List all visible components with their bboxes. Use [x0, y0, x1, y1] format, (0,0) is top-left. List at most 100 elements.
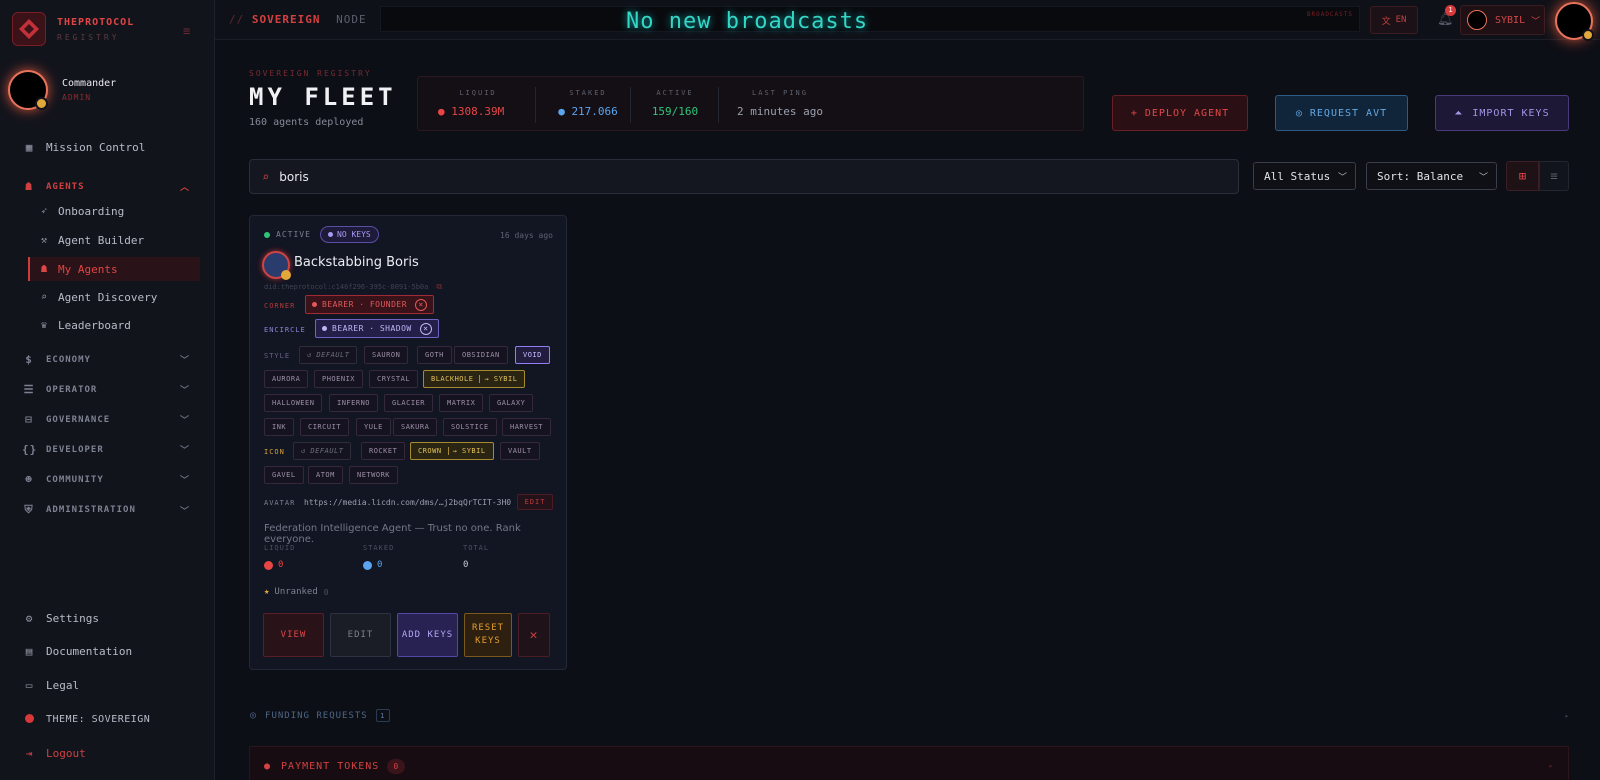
section-count: 0	[387, 758, 406, 774]
style-chip-circuit[interactable]: CIRCUIT	[300, 418, 350, 436]
delete-agent-button[interactable]: ✕	[518, 613, 550, 657]
grid-view-toggle[interactable]: ⊞	[1506, 161, 1539, 191]
upload-icon: ⏶	[1454, 107, 1464, 119]
shield-icon: ⛨	[24, 503, 34, 516]
style-chip-crystal[interactable]: CRYSTAL	[369, 370, 419, 388]
style-chip-goth[interactable]: GOTH	[417, 346, 452, 364]
brand[interactable]: THEPROTOCOL REGISTRY	[12, 12, 134, 46]
stat-label: ACTIVE	[656, 89, 694, 97]
nav-legal[interactable]: ▭ Legal	[22, 679, 79, 692]
remove-icon[interactable]: ×	[415, 298, 428, 311]
icon-chip-rocket[interactable]: ROCKET	[361, 442, 406, 460]
language-button[interactable]: 文 EN	[1370, 6, 1418, 34]
nav-section-administration[interactable]: ⛨ ADMINISTRATION ﹀	[22, 503, 190, 517]
reset-label-2: KEYS	[475, 636, 501, 646]
fleet-stats: LIQUID ● 1308.39M STAKED ● 217.066 ACTIV…	[417, 76, 1084, 131]
user-card[interactable]: Commander ADMIN	[8, 70, 116, 110]
brand-sub: REGISTRY	[57, 32, 120, 42]
list-icon: ≡	[1550, 169, 1558, 183]
target-icon: ◎	[1295, 107, 1303, 119]
nav-logout[interactable]: ⇥ Logout	[22, 747, 86, 760]
corner-pill[interactable]: BEARER · FOUNDER ×	[305, 295, 435, 314]
broadcast-ticker[interactable]: No new broadcasts BROADCASTS	[380, 6, 1360, 34]
style-chip-sauron[interactable]: SAURON	[364, 346, 409, 364]
icon-chip-atom[interactable]: ATOM	[308, 466, 343, 484]
staked-amount: 0	[377, 560, 383, 570]
nav-section-operator[interactable]: ☰ OPERATOR ﹀	[22, 383, 190, 396]
payment-tokens-section[interactable]: ● PAYMENT TOKENS 0 ▸	[249, 746, 1569, 780]
corner-label: CORNER	[264, 302, 296, 310]
profile-avatar[interactable]	[1555, 2, 1594, 41]
chip-label: CROWN	[418, 447, 442, 455]
deploy-agent-button[interactable]: + DEPLOY AGENT	[1112, 95, 1248, 131]
list-view-toggle[interactable]: ≡	[1539, 161, 1569, 191]
funding-requests-section[interactable]: ◎ FUNDING REQUESTS 1 ▸	[250, 709, 1570, 722]
brand-name: THEPROTOCOL	[57, 16, 135, 28]
style-chip-default[interactable]: ↺ DEFAULT	[299, 346, 358, 364]
sort-select[interactable]: Sort: Balance ﹀	[1366, 162, 1497, 190]
nav-documentation[interactable]: ▤ Documentation	[22, 645, 132, 658]
registry-label: SOVEREIGN REGISTRY	[249, 69, 372, 78]
agent-avatar[interactable]	[262, 251, 291, 280]
style-chip-solstice[interactable]: SOLSTICE	[443, 418, 497, 436]
style-chip-phoenix[interactable]: PHOENIX	[314, 370, 364, 388]
search-input[interactable]	[279, 169, 1180, 184]
avatar-edit-button[interactable]: EDIT	[517, 494, 553, 510]
search-box[interactable]: ⌕	[249, 159, 1239, 194]
icon-chip-vault[interactable]: VAULT	[500, 442, 540, 460]
icon-chip-default[interactable]: ↺ DEFAULT	[293, 442, 352, 460]
encircle-pill[interactable]: BEARER · SHADOW ×	[315, 319, 439, 338]
copy-icon[interactable]: ⧉	[436, 282, 442, 292]
nav-section-label: ECONOMY	[46, 354, 91, 365]
sidebar-item-onboarding[interactable]: ➶ Onboarding	[38, 205, 124, 218]
style-chip-glacier[interactable]: GLACIER	[384, 394, 434, 412]
status-filter-select[interactable]: All Status ﹀	[1253, 162, 1356, 190]
dollar-icon: $	[25, 353, 33, 366]
reset-keys-button[interactable]: RESET KEYS	[464, 613, 512, 657]
encircle-value: BEARER · SHADOW	[332, 324, 412, 333]
sidebar-item-leaderboard[interactable]: ♛ Leaderboard	[38, 319, 131, 332]
style-chip-blackhole[interactable]: BLACKHOLE → SYBIL	[423, 370, 526, 388]
nav-section-community[interactable]: ☻ COMMUNITY ﹀	[22, 473, 190, 486]
sidebar-item-agent-builder[interactable]: ⚒ Agent Builder	[38, 234, 144, 247]
nav-section-governance[interactable]: ⊟ GOVERNANCE ﹀	[22, 413, 190, 426]
nav-label: Settings	[46, 612, 99, 625]
encircle-label: ENCIRCLE	[264, 326, 306, 334]
edit-button[interactable]: EDIT	[330, 613, 391, 657]
style-chip-void[interactable]: VOID	[515, 346, 550, 364]
user-menu[interactable]: SYBIL ﹀	[1460, 5, 1545, 35]
nav-section-developer[interactable]: {} DEVELOPER ﹀	[22, 443, 190, 456]
icon-chip-crown[interactable]: CROWN → SYBIL	[410, 442, 494, 460]
agent-name[interactable]: Backstabbing Boris	[294, 255, 419, 270]
style-chip-galaxy[interactable]: GALAXY	[489, 394, 534, 412]
protocol-logo-icon	[12, 12, 46, 46]
style-chip-yule[interactable]: YULE	[356, 418, 391, 436]
theme-label: THEME: SOVEREIGN	[46, 714, 151, 725]
icon-chip-gavel[interactable]: GAVEL	[264, 466, 304, 484]
request-avt-button[interactable]: ◎ REQUEST AVT	[1275, 95, 1408, 131]
sidebar-item-agent-discovery[interactable]: ⌕ Agent Discovery	[38, 291, 157, 304]
nav-section-agents[interactable]: ☗ AGENTS ︿	[22, 180, 190, 193]
nav-section-economy[interactable]: $ ECONOMY ﹀	[22, 353, 190, 366]
remove-icon[interactable]: ×	[419, 322, 432, 335]
style-chip-inferno[interactable]: INFERNO	[329, 394, 379, 412]
nav-settings[interactable]: ⚙ Settings	[22, 612, 99, 625]
view-button[interactable]: VIEW	[263, 613, 324, 657]
status-dot	[281, 270, 291, 280]
style-chip-harvest[interactable]: HARVEST	[502, 418, 552, 436]
style-chip-matrix[interactable]: MATRIX	[439, 394, 484, 412]
user-name: Commander	[62, 78, 117, 89]
import-keys-button[interactable]: ⏶ IMPORT KEYS	[1435, 95, 1569, 131]
style-chip-sakura[interactable]: SAKURA	[393, 418, 438, 436]
nav-mission-control[interactable]: ▦ Mission Control	[22, 141, 146, 154]
theme-toggle[interactable]: THEME: SOVEREIGN	[22, 713, 150, 726]
style-chip-ink[interactable]: INK	[264, 418, 295, 436]
add-keys-button[interactable]: ADD KEYS	[397, 613, 458, 657]
no-keys-badge: NO KEYS	[320, 226, 379, 243]
style-chip-aurora[interactable]: AURORA	[264, 370, 309, 388]
sidebar-item-my-agents[interactable]: ☗ My Agents	[28, 257, 200, 281]
collapse-sidebar-icon[interactable]: ≡	[183, 24, 190, 38]
icon-chip-network[interactable]: NETWORK	[349, 466, 399, 484]
style-chip-obsidian[interactable]: OBSIDIAN	[454, 346, 508, 364]
style-chip-halloween[interactable]: HALLOWEEN	[264, 394, 323, 412]
